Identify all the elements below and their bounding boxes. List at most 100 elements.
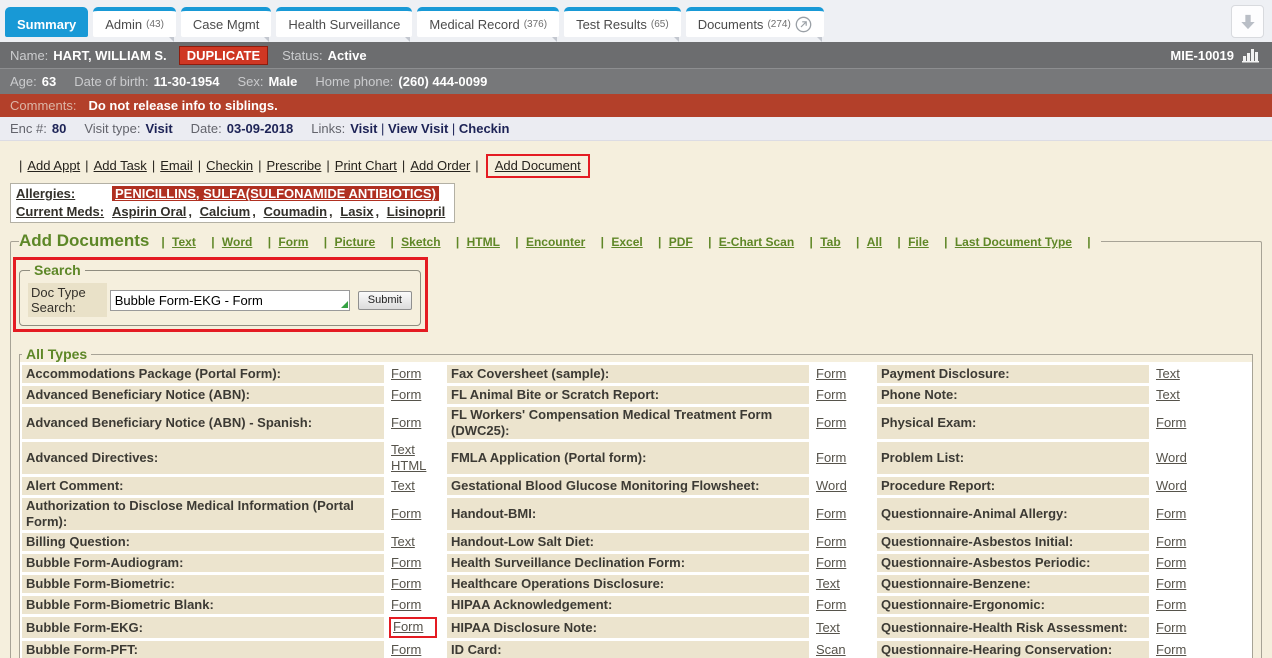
med-lisinopril[interactable]: Lisinopril <box>387 204 446 219</box>
tab-summary[interactable]: Summary <box>5 7 88 37</box>
open-questionnaire-hearing-conservation-form[interactable]: Form <box>1156 642 1186 658</box>
open-advanced-beneficiary-notice-abn-spanish-form[interactable]: Form <box>391 415 421 431</box>
open-external-icon[interactable] <box>795 16 812 33</box>
tab-documents[interactable]: Documents(274) <box>686 7 824 37</box>
open-bubble-form-biometric-blank-form[interactable]: Form <box>391 597 421 613</box>
doc-type-link-pdf[interactable]: PDF <box>669 235 693 249</box>
open-questionnaire-asbestos-periodic-form[interactable]: Form <box>1156 555 1186 571</box>
submit-button[interactable]: Submit <box>358 291 412 310</box>
doc-type-link-word[interactable]: Word <box>222 235 252 249</box>
doc-type-link-encounter[interactable]: Encounter <box>526 235 585 249</box>
doc-link-group: Form <box>816 415 846 431</box>
doc-type-link-form[interactable]: Form <box>278 235 308 249</box>
mrn-value: MIE-10019 <box>1170 48 1234 63</box>
open-questionnaire-asbestos-initial-form[interactable]: Form <box>1156 534 1186 550</box>
doc-type-link-all[interactable]: All <box>867 235 882 249</box>
doc-type-label: Questionnaire-Benzene: <box>877 575 1149 593</box>
encounter-link-visit[interactable]: Visit <box>350 121 377 136</box>
allergies-link[interactable]: Allergies: <box>16 186 108 201</box>
doc-link-group: Word <box>1156 450 1187 466</box>
action-add-task[interactable]: Add Task <box>94 158 147 173</box>
current-meds-link[interactable]: Current Meds: <box>16 204 108 219</box>
open-handout-low-salt-diet-form[interactable]: Form <box>816 534 846 550</box>
open-health-surveillance-declination-form-form[interactable]: Form <box>816 555 846 571</box>
encounter-link-checkin[interactable]: Checkin <box>459 121 510 136</box>
open-fl-animal-bite-or-scratch-report-form[interactable]: Form <box>816 387 846 403</box>
open-accommodations-package-portal-form-form[interactable]: Form <box>391 366 421 382</box>
table-row: Bubble Form-Audiogram:FormHealth Surveil… <box>22 554 1250 572</box>
doc-type-link-cell: Word <box>1152 477 1250 495</box>
allergy-sulfa-sulfonamide-antibiotics[interactable]: SULFA(SULFONAMIDE ANTIBIOTICS) <box>203 186 436 201</box>
download-button[interactable] <box>1231 5 1264 38</box>
allergy-penicillins[interactable]: PENICILLINS <box>115 186 196 201</box>
open-payment-disclosure-text[interactable]: Text <box>1156 366 1180 382</box>
action-add-appt[interactable]: Add Appt <box>27 158 80 173</box>
pipe-separator <box>1076 235 1079 249</box>
open-procedure-report-word[interactable]: Word <box>1156 478 1187 494</box>
doc-type-link-excel[interactable]: Excel <box>611 235 642 249</box>
action-checkin[interactable]: Checkin <box>206 158 253 173</box>
tab-case-mgmt[interactable]: Case Mgmt <box>181 7 271 37</box>
encounter-bar: Enc #:80 Visit type:Visit Date:03-09-201… <box>0 117 1272 141</box>
chart-icon[interactable] <box>1241 47 1262 64</box>
doc-link-group: Form <box>816 450 846 466</box>
doc-type-link-text[interactable]: Text <box>172 235 196 249</box>
tab-medical-record[interactable]: Medical Record(376) <box>417 7 559 37</box>
doc-type-link-cell: Form <box>387 596 444 614</box>
action-email[interactable]: Email <box>160 158 193 173</box>
open-hipaa-acknowledgement-form[interactable]: Form <box>816 597 846 613</box>
open-handout-bmi-form[interactable]: Form <box>816 506 846 522</box>
doc-link-group: Form <box>391 555 421 571</box>
pipe-separator: | <box>390 235 397 249</box>
tab-health-surveillance[interactable]: Health Surveillance <box>276 7 412 37</box>
doc-type-link-file[interactable]: File <box>908 235 929 249</box>
doc-type-link-sketch[interactable]: Sketch <box>401 235 440 249</box>
pipe-separator: | <box>708 235 715 249</box>
open-questionnaire-ergonomic-form[interactable]: Form <box>1156 597 1186 613</box>
open-healthcare-operations-disclosure-text[interactable]: Text <box>816 576 840 592</box>
doc-type-link-picture[interactable]: Picture <box>334 235 375 249</box>
action-add-order[interactable]: Add Order <box>410 158 470 173</box>
doc-type-link-html[interactable]: HTML <box>467 235 500 249</box>
open-phone-note-text[interactable]: Text <box>1156 387 1180 403</box>
doc-type-link-e-chart-scan[interactable]: E-Chart Scan <box>719 235 794 249</box>
open-fl-workers-compensation-medical-treatment-form-dwc25-form[interactable]: Form <box>816 415 846 431</box>
open-authorization-to-disclose-medical-information-portal-form-form[interactable]: Form <box>391 506 421 522</box>
doc-type-link-tab[interactable]: Tab <box>820 235 840 249</box>
doc-type-search-input[interactable] <box>110 290 350 311</box>
pipe-separator: | <box>897 235 904 249</box>
open-bubble-form-audiogram-form[interactable]: Form <box>391 555 421 571</box>
action-add-document[interactable]: Add Document <box>495 158 581 173</box>
pipe-separator <box>647 235 650 249</box>
doc-type-link-last-document-type[interactable]: Last Document Type <box>955 235 1072 249</box>
tab-label: Summary <box>17 17 76 32</box>
open-id-card-scan[interactable]: Scan <box>816 642 846 658</box>
med-aspirin-oral[interactable]: Aspirin Oral <box>112 204 186 219</box>
open-advanced-directives-text[interactable]: Text <box>391 442 426 458</box>
open-bubble-form-ekg-form[interactable]: Form <box>393 619 423 635</box>
open-fax-coversheet-sample-form[interactable]: Form <box>816 366 846 382</box>
med-coumadin[interactable]: Coumadin <box>263 204 327 219</box>
tab-test-results[interactable]: Test Results(65) <box>564 7 681 37</box>
open-questionnaire-health-risk-assessment-form[interactable]: Form <box>1156 620 1186 636</box>
open-questionnaire-benzene-form[interactable]: Form <box>1156 576 1186 592</box>
med-lasix[interactable]: Lasix <box>340 204 373 219</box>
open-questionnaire-animal-allergy-form[interactable]: Form <box>1156 506 1186 522</box>
tab-admin[interactable]: Admin(43) <box>93 7 176 37</box>
open-advanced-directives-html[interactable]: HTML <box>391 458 426 474</box>
open-advanced-beneficiary-notice-abn-form[interactable]: Form <box>391 387 421 403</box>
open-billing-question-text[interactable]: Text <box>391 534 415 550</box>
open-physical-exam-form[interactable]: Form <box>1156 415 1186 431</box>
open-gestational-blood-glucose-monitoring-flowsheet-word[interactable]: Word <box>816 478 847 494</box>
open-bubble-form-pft-form[interactable]: Form <box>391 642 421 658</box>
med-calcium[interactable]: Calcium <box>200 204 251 219</box>
action-links-row: |Add Appt|Add Task|Email|Checkin|Prescri… <box>14 154 1262 178</box>
action-print-chart[interactable]: Print Chart <box>335 158 397 173</box>
open-fmla-application-portal-form-form[interactable]: Form <box>816 450 846 466</box>
open-problem-list-word[interactable]: Word <box>1156 450 1187 466</box>
open-hipaa-disclosure-note-text[interactable]: Text <box>816 620 840 636</box>
open-alert-comment-text[interactable]: Text <box>391 478 415 494</box>
open-bubble-form-biometric-form[interactable]: Form <box>391 576 421 592</box>
encounter-link-view-visit[interactable]: View Visit <box>388 121 448 136</box>
action-prescribe[interactable]: Prescribe <box>266 158 321 173</box>
